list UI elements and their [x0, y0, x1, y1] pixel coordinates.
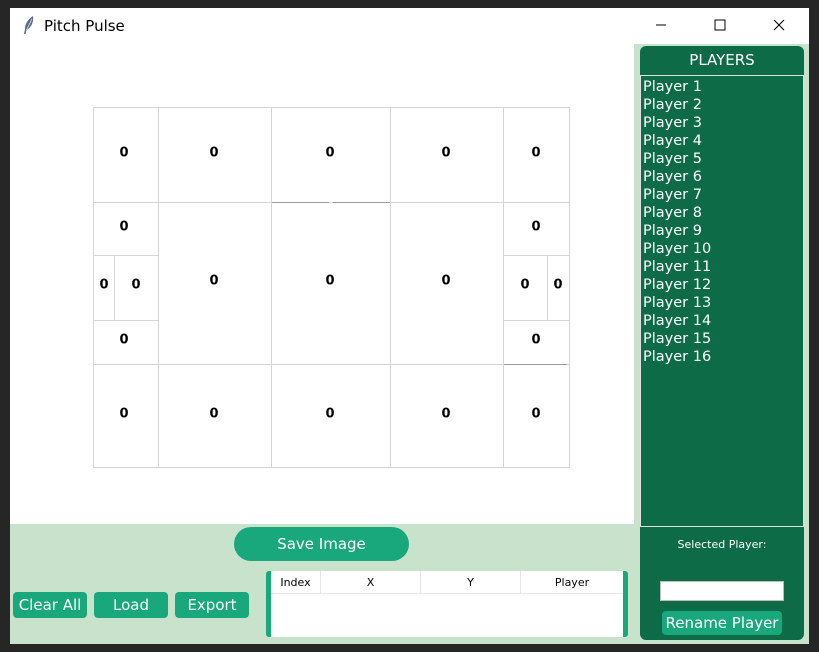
minimize-icon	[656, 24, 666, 26]
player-list-item[interactable]: Player 6	[641, 168, 803, 186]
zone-right-goal-inner[interactable]: 0	[520, 278, 529, 293]
window-title: Pitch Pulse	[44, 17, 125, 35]
player-list-item[interactable]: Player 2	[641, 96, 803, 114]
player-list-item[interactable]: Player 7	[641, 186, 803, 204]
zone-mid-2[interactable]: 0	[325, 274, 334, 289]
player-list-item[interactable]: Player 12	[641, 276, 803, 294]
zone-bottom-3[interactable]: 0	[325, 407, 334, 422]
player-list-item[interactable]: Player 14	[641, 312, 803, 330]
player-list-item[interactable]: Player 16	[641, 348, 803, 366]
rename-player-button[interactable]: Rename Player	[662, 611, 782, 635]
maximize-button[interactable]	[691, 8, 749, 42]
selected-player-label: Selected Player:	[677, 538, 767, 551]
players-list[interactable]: Player 1 Player 2 Player 3 Player 4 Player 5…	[640, 75, 804, 527]
feather-icon	[24, 16, 34, 34]
player-list-item[interactable]: Player 3	[641, 114, 803, 132]
player-list-item[interactable]: Player 4	[641, 132, 803, 150]
zone-top-4[interactable]: 0	[441, 146, 450, 161]
bottom-controls: Save Image Clear All Load Export Index X…	[10, 524, 634, 644]
zone-right-goal-outer[interactable]: 0	[553, 278, 562, 293]
zone-left-goal-outer[interactable]: 0	[99, 278, 108, 293]
zone-bottom-1[interactable]: 0	[119, 407, 128, 422]
zone-mid-1[interactable]: 0	[209, 274, 218, 289]
player-list-item[interactable]: Player 1	[641, 78, 803, 96]
zone-right-box-top[interactable]: 0	[531, 220, 540, 235]
minimize-button[interactable]	[632, 8, 690, 42]
zone-top-1[interactable]: 0	[119, 146, 128, 161]
load-button[interactable]: Load	[94, 592, 168, 618]
player-list-item[interactable]: Player 13	[641, 294, 803, 312]
players-header: PLAYERS	[689, 51, 755, 69]
column-header-y[interactable]: Y	[421, 571, 521, 593]
zone-bottom-2[interactable]: 0	[209, 407, 218, 422]
pitch[interactable]: 0 0 0 0 0 0 0 0 0 0 0 0 0 0 0 0 0 0 0 0	[93, 107, 570, 468]
maximize-icon	[714, 19, 726, 31]
player-list-item[interactable]: Player 5	[641, 150, 803, 168]
player-list-item[interactable]: Player 15	[641, 330, 803, 348]
selected-player-input[interactable]	[660, 581, 784, 601]
title-bar: Pitch Pulse	[10, 8, 809, 44]
clear-all-button[interactable]: Clear All	[13, 592, 87, 618]
player-list-item[interactable]: Player 10	[641, 240, 803, 258]
export-button[interactable]: Export	[175, 592, 249, 618]
zone-left-box-bottom[interactable]: 0	[119, 333, 128, 348]
player-list-item[interactable]: Player 11	[641, 258, 803, 276]
zone-mid-3[interactable]: 0	[441, 274, 450, 289]
player-list-item[interactable]: Player 9	[641, 222, 803, 240]
desktop-frame: Pitch Pulse 0 0 0 0 0 0 0 0 0 0 0 0 0 0 …	[0, 0, 819, 652]
close-icon	[773, 19, 785, 31]
column-header-index[interactable]: Index	[271, 571, 321, 593]
column-header-x[interactable]: X	[321, 571, 421, 593]
players-panel: PLAYERS Player 1 Player 2 Player 3 Player 4…	[640, 46, 804, 640]
zone-left-goal-inner[interactable]: 0	[131, 278, 140, 293]
zone-right-box-bottom[interactable]: 0	[531, 333, 540, 348]
zone-bottom-5[interactable]: 0	[531, 407, 540, 422]
zone-top-5[interactable]: 0	[531, 146, 540, 161]
player-list-item[interactable]: Player 8	[641, 204, 803, 222]
close-button[interactable]	[750, 8, 808, 42]
zone-top-3[interactable]: 0	[325, 146, 334, 161]
save-image-button[interactable]: Save Image	[234, 527, 409, 561]
coordinates-table[interactable]: Index X Y Player	[266, 571, 628, 637]
zone-bottom-4[interactable]: 0	[441, 407, 450, 422]
column-header-player[interactable]: Player	[521, 571, 623, 593]
app-window: Pitch Pulse 0 0 0 0 0 0 0 0 0 0 0 0 0 0 …	[10, 8, 809, 644]
zone-top-2[interactable]: 0	[209, 146, 218, 161]
table-header: Index X Y Player	[271, 571, 623, 594]
pitch-canvas[interactable]: 0 0 0 0 0 0 0 0 0 0 0 0 0 0 0 0 0 0 0 0	[10, 44, 634, 524]
zone-left-box-top[interactable]: 0	[119, 220, 128, 235]
